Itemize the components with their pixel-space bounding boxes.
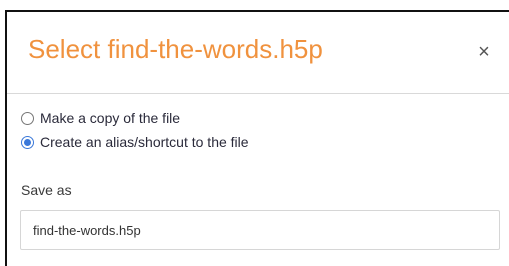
option-make-copy[interactable]: Make a copy of the file	[21, 108, 249, 128]
save-as-label: Save as	[21, 182, 72, 198]
select-file-dialog: Select find-the-words.h5p × Make a copy …	[5, 10, 509, 266]
close-button[interactable]: ×	[472, 40, 496, 64]
make-copy-radio[interactable]	[21, 111, 34, 125]
copy-options: Make a copy of the file Create an alias/…	[21, 108, 249, 156]
dialog-header: Select find-the-words.h5p ×	[7, 12, 509, 94]
option-create-alias[interactable]: Create an alias/shortcut to the file	[21, 132, 249, 152]
dialog-title: Select find-the-words.h5p	[28, 34, 323, 64]
close-icon: ×	[478, 40, 490, 63]
create-alias-radio[interactable]	[21, 135, 34, 149]
save-as-input[interactable]	[20, 210, 500, 250]
make-copy-label: Make a copy of the file	[40, 110, 181, 126]
create-alias-label: Create an alias/shortcut to the file	[40, 134, 249, 150]
